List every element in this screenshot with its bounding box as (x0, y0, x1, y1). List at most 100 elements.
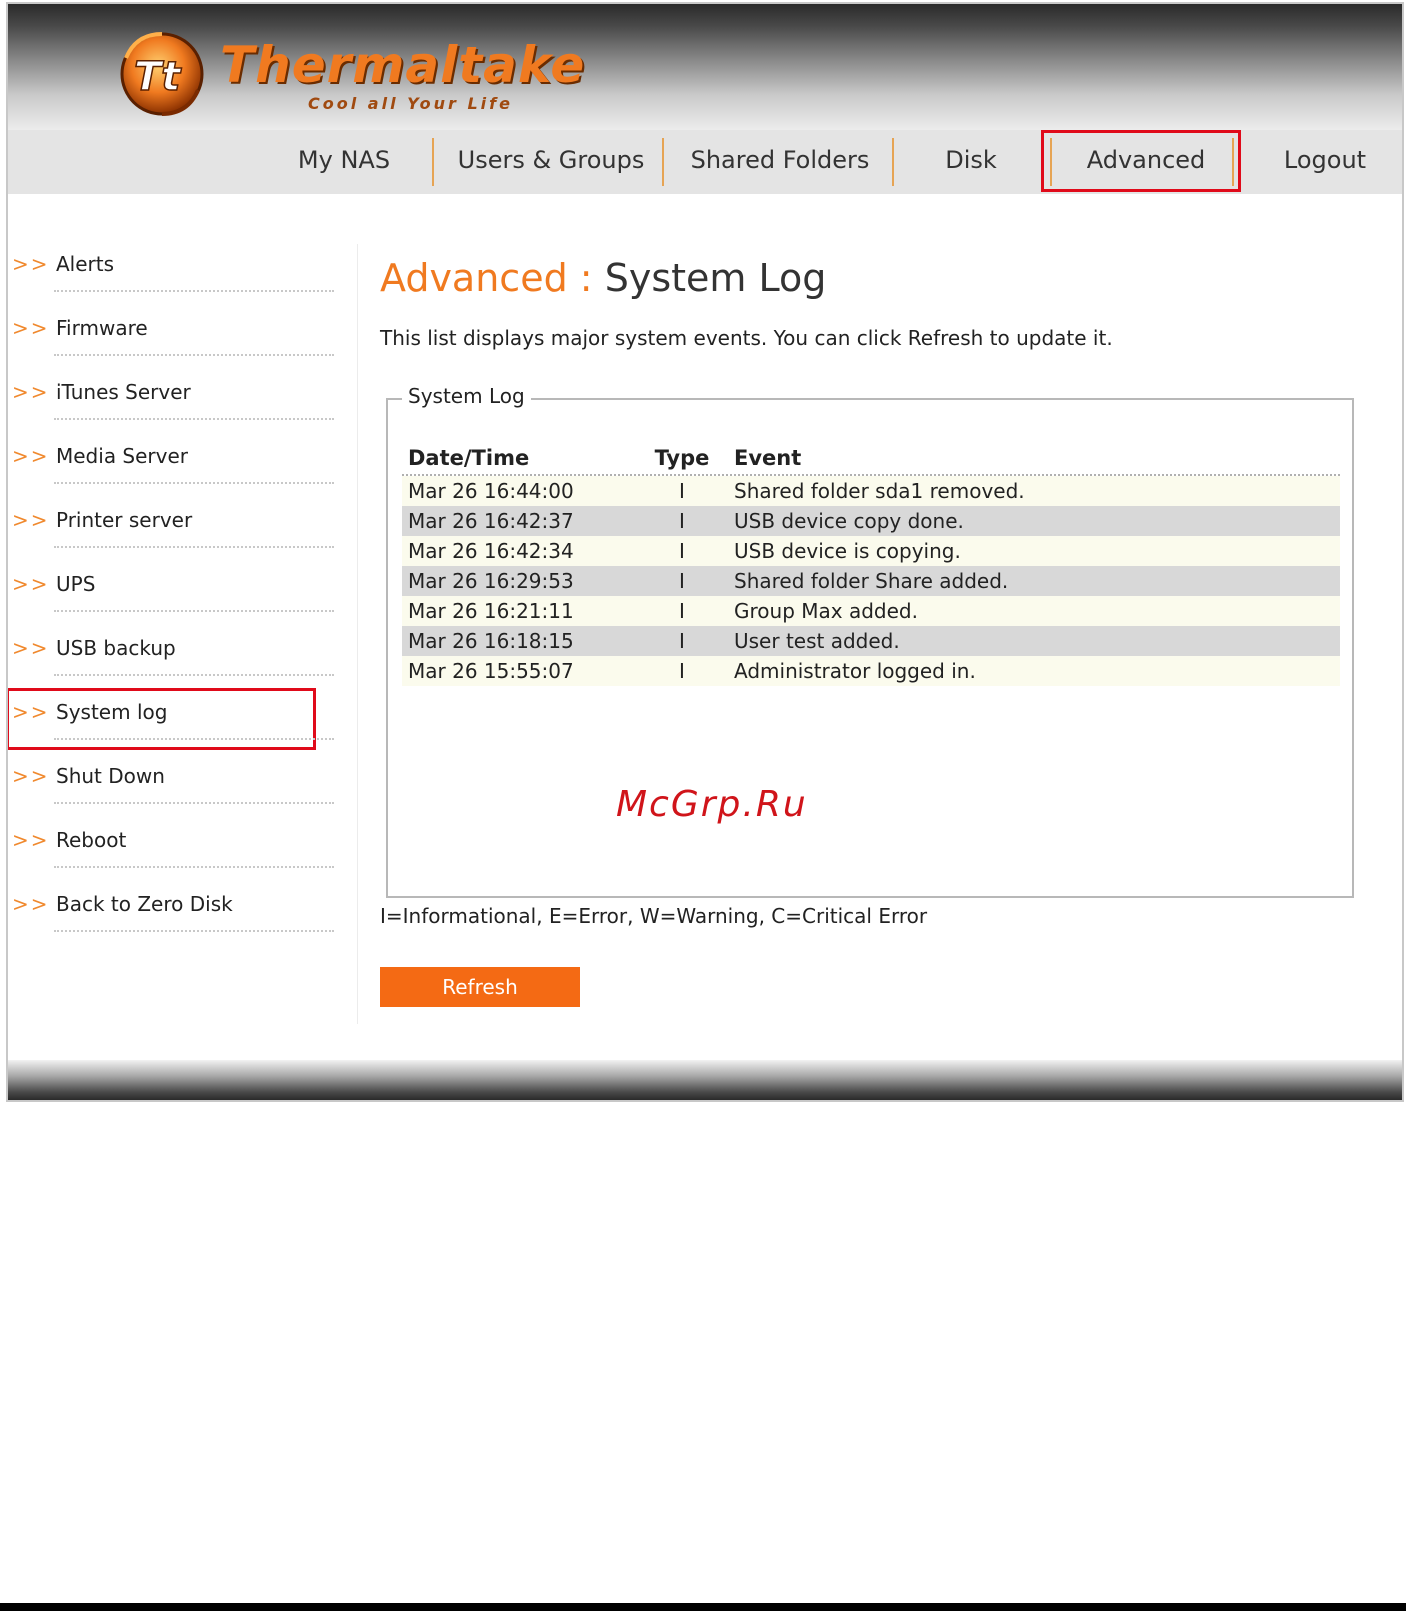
svg-text:Tt: Tt (134, 54, 182, 100)
chevron-right-icon: >> (12, 828, 50, 852)
sidebar: >> Alerts >> Firmware >> iTunes Server >… (8, 240, 348, 944)
log-rows: Mar 26 16:44:00 I Shared folder sda1 rem… (402, 476, 1340, 686)
cell-date: Mar 26 15:55:07 (408, 659, 574, 683)
table-row: Mar 26 16:18:15 I User test added. (402, 626, 1340, 656)
table-row: Mar 26 15:55:07 I Administrator logged i… (402, 656, 1340, 686)
table-row: Mar 26 16:21:11 I Group Max added. (402, 596, 1340, 626)
cell-date: Mar 26 16:44:00 (408, 479, 574, 503)
watermark: McGrp.Ru (616, 784, 808, 825)
sidebar-item-firmware[interactable]: >> Firmware (8, 304, 348, 368)
sidebar-item-label: USB backup (56, 636, 176, 660)
sidebar-item-label: Alerts (56, 252, 115, 276)
logo-wordmark: Thermaltake (220, 36, 586, 94)
nav-my-nas[interactable]: My NAS (270, 130, 418, 194)
sidebar-item-label: UPS (56, 572, 96, 596)
footer-bar (8, 1060, 1402, 1100)
log-table: Date/Time Type Event Mar 26 16:44:00 I S… (402, 444, 1340, 686)
nav-users-groups[interactable]: Users & Groups (444, 130, 658, 194)
divider (54, 546, 334, 548)
system-log-box-title: System Log (402, 384, 531, 408)
table-row: Mar 26 16:29:53 I Shared folder Share ad… (402, 566, 1340, 596)
chevron-right-icon: >> (12, 252, 50, 276)
sidebar-item-alerts[interactable]: >> Alerts (8, 240, 348, 304)
logo-emblem-icon: Tt (120, 32, 204, 116)
column-header-type: Type (654, 446, 710, 470)
cell-event: Shared folder Share added. (734, 569, 1009, 593)
sidebar-item-label: Shut Down (56, 764, 165, 788)
divider (54, 354, 334, 356)
title-separator: : (579, 256, 593, 300)
sidebar-item-label: System log (56, 700, 168, 724)
divider (54, 290, 334, 292)
sidebar-item-label: iTunes Server (56, 380, 191, 404)
cell-type: I (679, 659, 685, 683)
page-title: Advanced : System Log (380, 256, 826, 300)
cell-date: Mar 26 16:42:37 (408, 509, 574, 533)
sidebar-item-label: Printer server (56, 508, 193, 532)
cell-event: Administrator logged in. (734, 659, 976, 683)
cell-event: USB device is copying. (734, 539, 961, 563)
chevron-right-icon: >> (12, 700, 50, 724)
nav-shared-folders[interactable]: Shared Folders (674, 130, 886, 194)
chevron-right-icon: >> (12, 636, 50, 660)
title-page: System Log (604, 256, 827, 300)
chevron-right-icon: >> (12, 892, 50, 916)
sidebar-item-media-server[interactable]: >> Media Server (8, 432, 348, 496)
cell-type: I (679, 509, 685, 533)
chevron-right-icon: >> (12, 444, 50, 468)
sidebar-item-label: Back to Zero Disk (56, 892, 233, 916)
sidebar-item-label: Firmware (56, 316, 148, 340)
sidebar-item-usb-backup[interactable]: >> USB backup (8, 624, 348, 688)
nav-disk[interactable]: Disk (914, 130, 1028, 194)
header: Tt Thermaltake Cool all Your Life (8, 4, 1402, 130)
sidebar-item-ups[interactable]: >> UPS (8, 560, 348, 624)
page-bottom-border (0, 1603, 1406, 1611)
chevron-right-icon: >> (12, 764, 50, 788)
logo-tagline: Cool all Your Life (308, 94, 513, 113)
divider (54, 866, 334, 868)
nav-separator (432, 138, 434, 186)
cell-date: Mar 26 16:18:15 (408, 629, 574, 653)
cell-event: Shared folder sda1 removed. (734, 479, 1025, 503)
column-header-event: Event (734, 446, 802, 470)
cell-type: I (679, 479, 685, 503)
cell-date: Mar 26 16:21:11 (408, 599, 574, 623)
chevron-right-icon: >> (12, 508, 50, 532)
divider (54, 674, 334, 676)
table-row: Mar 26 16:42:37 I USB device copy done. (402, 506, 1340, 536)
page-description: This list displays major system events. … (380, 326, 1113, 350)
divider (54, 418, 334, 420)
thermaltake-logo: Tt Thermaltake Cool all Your Life (116, 28, 596, 118)
cell-event: USB device copy done. (734, 509, 964, 533)
cell-date: Mar 26 16:42:34 (408, 539, 574, 563)
content-divider (357, 244, 358, 1024)
sidebar-item-label: Reboot (56, 828, 127, 852)
sidebar-item-itunes-server[interactable]: >> iTunes Server (8, 368, 348, 432)
sidebar-item-system-log[interactable]: >> System log (8, 688, 348, 752)
divider (54, 610, 334, 612)
sidebar-item-printer-server[interactable]: >> Printer server (8, 496, 348, 560)
cell-event: Group Max added. (734, 599, 918, 623)
sidebar-item-back-to-zero-disk[interactable]: >> Back to Zero Disk (8, 880, 348, 944)
sidebar-item-shut-down[interactable]: >> Shut Down (8, 752, 348, 816)
cell-type: I (679, 629, 685, 653)
chevron-right-icon: >> (12, 380, 50, 404)
type-legend: I=Informational, E=Error, W=Warning, C=C… (380, 904, 928, 928)
top-nav: My NAS Users & Groups Shared Folders Dis… (8, 130, 1402, 194)
nav-separator (892, 138, 894, 186)
divider (54, 802, 334, 804)
sidebar-item-label: Media Server (56, 444, 189, 468)
divider (54, 482, 334, 484)
table-row: Mar 26 16:44:00 I Shared folder sda1 rem… (402, 476, 1340, 506)
sidebar-item-reboot[interactable]: >> Reboot (8, 816, 348, 880)
cell-type: I (679, 599, 685, 623)
nav-logout[interactable]: Logout (1260, 130, 1390, 194)
log-table-header: Date/Time Type Event (402, 444, 1340, 476)
nas-web-ui: Tt Thermaltake Cool all Your Life My NAS… (6, 2, 1404, 1102)
refresh-button[interactable]: Refresh (380, 967, 580, 1007)
table-row: Mar 26 16:42:34 I USB device is copying. (402, 536, 1340, 566)
chevron-right-icon: >> (12, 572, 50, 596)
column-header-date: Date/Time (408, 446, 530, 470)
divider (54, 738, 334, 740)
nav-separator (662, 138, 664, 186)
